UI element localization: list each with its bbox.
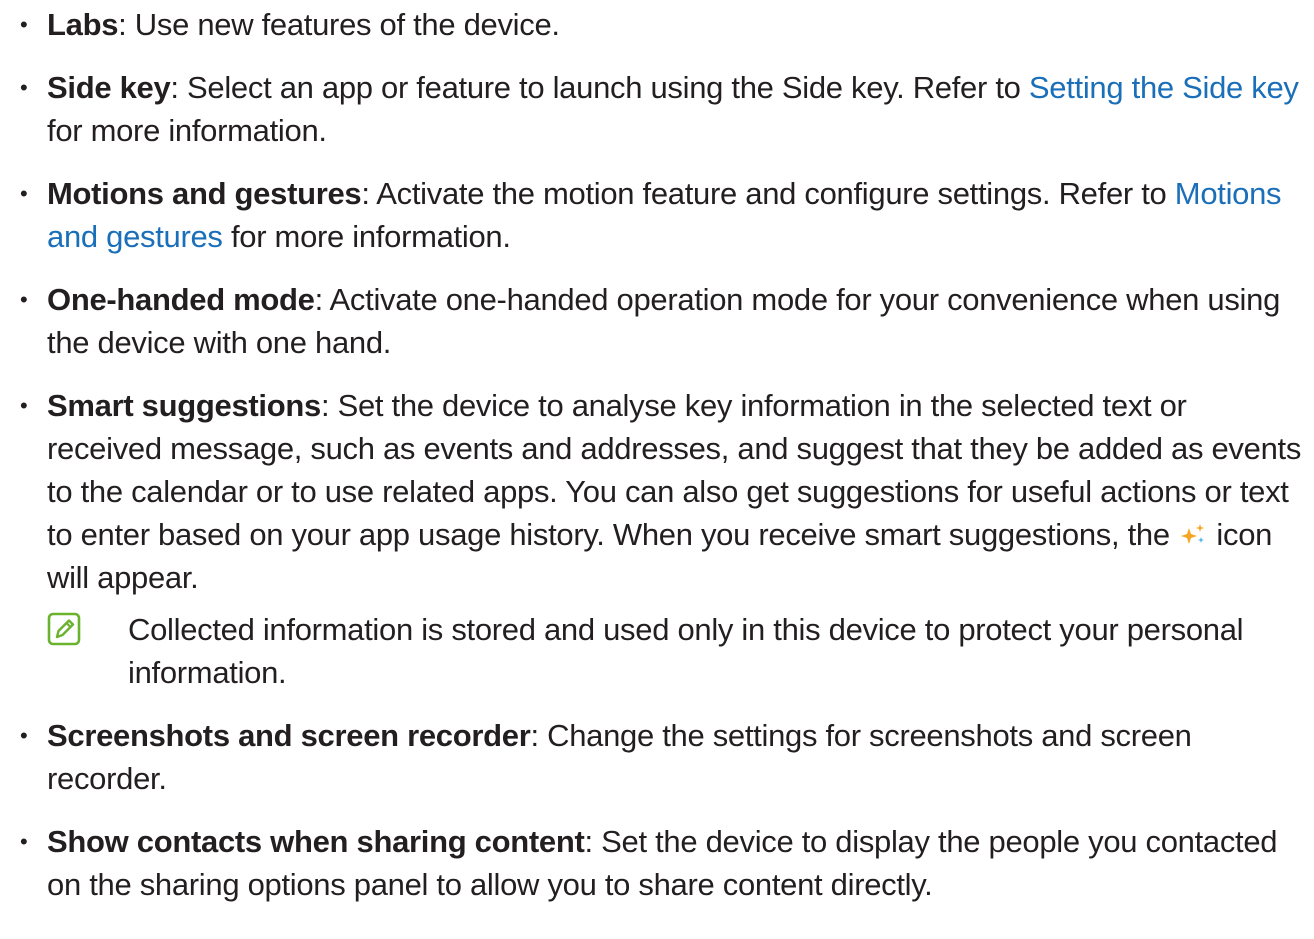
bullet: •	[20, 75, 28, 100]
item-term: Motions and gestures	[47, 176, 362, 211]
list-item-motions-and-gestures: • Motions and gestures: Activate the mot…	[0, 172, 1306, 258]
item-term: Labs	[47, 7, 119, 42]
note: Collected information is stored and used…	[47, 608, 1306, 694]
settings-feature-list: • Labs: Use new features of the device. …	[0, 3, 1306, 906]
item-term: Smart suggestions	[47, 388, 321, 423]
list-item-labs: • Labs: Use new features of the device.	[0, 3, 1306, 46]
bullet: •	[20, 12, 28, 37]
bullet: •	[20, 287, 28, 312]
list-item-smart-suggestions: • Smart suggestions: Set the device to a…	[0, 384, 1306, 694]
note-pencil-icon	[47, 612, 81, 646]
list-item-screenshots-and-screen-recorder: • Screenshots and screen recorder: Chang…	[0, 714, 1306, 800]
item-term: Screenshots and screen recorder	[47, 718, 531, 753]
setting-the-side-key-link[interactable]: Setting the Side key	[1029, 70, 1299, 105]
bullet: •	[20, 829, 28, 854]
item-term: Show contacts when sharing content	[47, 824, 585, 859]
list-item-show-contacts-when-sharing-content: • Show contacts when sharing content: Se…	[0, 820, 1306, 906]
item-description: : Select an app or feature to launch usi…	[170, 70, 1029, 105]
bullet: •	[20, 393, 28, 418]
item-description: : Activate the motion feature and config…	[361, 176, 1175, 211]
item-term: Side key	[47, 70, 171, 105]
item-description-tail: for more information.	[47, 113, 327, 148]
list-item-one-handed-mode: • One-handed mode: Activate one-handed o…	[0, 278, 1306, 364]
item-description-tail: for more information.	[222, 219, 511, 254]
note-text: Collected information is stored and used…	[128, 612, 1244, 690]
sparkle-icon	[1181, 524, 1205, 544]
list-item-side-key: • Side key: Select an app or feature to …	[0, 66, 1306, 152]
bullet: •	[20, 181, 28, 206]
manual-page: • Labs: Use new features of the device. …	[0, 0, 1314, 939]
item-description: : Use new features of the device.	[118, 7, 560, 42]
item-term: One-handed mode	[47, 282, 315, 317]
bullet: •	[20, 723, 28, 748]
